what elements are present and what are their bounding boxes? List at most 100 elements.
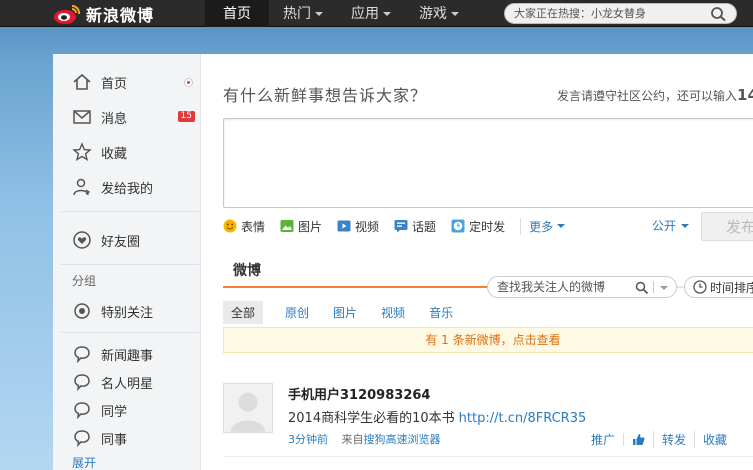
- speech-bubble-icon: [74, 430, 90, 448]
- post-author[interactable]: 手机用户3120983264: [288, 384, 430, 403]
- smile-icon: [223, 219, 237, 233]
- post-link[interactable]: http://t.cn/8FRCR35: [459, 411, 587, 426]
- source-prefix: 来自: [341, 433, 364, 446]
- repost-button[interactable]: 转发: [653, 431, 694, 448]
- top-navigation-bar: 新浪微博 首页 热门 应用 游戏: [0, 0, 753, 27]
- expand-groups-link[interactable]: 展开: [72, 454, 96, 470]
- sidebar-item-group[interactable]: 同学: [72, 399, 198, 421]
- filter-music[interactable]: 音乐: [429, 304, 453, 321]
- topic-icon: [394, 220, 408, 233]
- left-sidebar: 首页 消息 15 收藏 发给我的 好友圈 分组 特别关注 新闻趣事 名人明星 同…: [53, 54, 201, 470]
- sidebar-item-label: 名人明星: [101, 376, 154, 392]
- promote-button[interactable]: 推广: [591, 431, 623, 448]
- filter-original[interactable]: 原创: [285, 304, 309, 321]
- sidebar-item-sent-to-me[interactable]: 发给我的: [72, 176, 198, 198]
- unread-dot: [184, 78, 193, 87]
- sidebar-item-label: 消息: [101, 111, 128, 127]
- message-count-badge: 15: [177, 111, 195, 122]
- tool-label: 表情: [241, 219, 266, 234]
- sidebar-divider: [61, 211, 199, 212]
- nav-games[interactable]: 游戏: [405, 0, 473, 27]
- char-count: 14: [737, 86, 753, 104]
- publish-button[interactable]: 发布: [701, 212, 753, 241]
- tool-topic[interactable]: 话题: [394, 218, 436, 235]
- filter-all[interactable]: 全部: [223, 300, 264, 324]
- avatar[interactable]: [223, 383, 273, 433]
- sidebar-item-messages[interactable]: 消息 15: [72, 106, 198, 128]
- time-sort-label: 时间排序: [710, 280, 753, 295]
- tool-schedule[interactable]: 定时发: [451, 218, 505, 235]
- weibo-eye-icon: [54, 4, 81, 24]
- nav-hot[interactable]: 热门: [269, 0, 337, 27]
- feed-search-input[interactable]: [488, 277, 628, 297]
- sidebar-item-label: 同事: [101, 432, 128, 448]
- thumbs-up-icon: [633, 434, 645, 445]
- tab-weibo[interactable]: 微博: [233, 260, 261, 280]
- heart-icon: [73, 231, 91, 249]
- mail-icon: [73, 110, 91, 124]
- global-search-input[interactable]: [505, 4, 700, 23]
- post-source[interactable]: 搜狗高速浏览器: [364, 433, 441, 446]
- sidebar-item-home[interactable]: 首页: [72, 71, 198, 93]
- search-icon[interactable]: [635, 281, 649, 295]
- post-divider: [223, 456, 753, 457]
- group-heading: 分组: [72, 274, 97, 288]
- chevron-down-icon: [557, 224, 566, 228]
- nav-apps-label: 应用: [351, 5, 379, 22]
- sidebar-item-label: 首页: [101, 76, 128, 92]
- visibility-dropdown[interactable]: 公开: [652, 217, 690, 234]
- sidebar-item-label: 收藏: [101, 146, 128, 162]
- like-button[interactable]: [623, 433, 653, 446]
- sidebar-item-group[interactable]: 新闻趣事: [72, 343, 198, 365]
- sidebar-divider: [61, 264, 199, 265]
- feed-filter-tabs: 全部 原创 图片 视频 音乐: [223, 300, 477, 324]
- default-avatar-icon: [230, 392, 266, 432]
- logo-text: 新浪微博: [86, 6, 155, 25]
- notice-text: 发言请遵守社区公约，还可以输入: [557, 89, 738, 103]
- clock-icon: [693, 280, 707, 294]
- clock-icon: [451, 219, 465, 233]
- star-icon: [72, 142, 92, 161]
- favorite-button[interactable]: 收藏: [694, 431, 735, 448]
- feed-search: [487, 276, 677, 298]
- sidebar-item-label: 好友圈: [101, 234, 141, 250]
- filter-images[interactable]: 图片: [333, 304, 357, 321]
- post-meta: 3分钟前 来自搜狗高速浏览器: [288, 431, 441, 447]
- tool-label: 定时发: [469, 219, 506, 234]
- new-posts-notice[interactable]: 有 1 条新微博，点击查看: [223, 327, 753, 353]
- tool-image[interactable]: 图片: [280, 218, 322, 235]
- main-content: 有什么新鲜事想告诉大家？ 发言请遵守社区公约，还可以输入14 表情 图片 视频 …: [201, 54, 753, 470]
- speech-bubble-icon: [74, 402, 90, 420]
- sidebar-item-group[interactable]: 名人明星: [72, 371, 198, 393]
- sidebar-item-favorites[interactable]: 收藏: [72, 141, 198, 163]
- nav-home[interactable]: 首页: [205, 0, 269, 27]
- nav-games-label: 游戏: [419, 5, 447, 22]
- search-icon[interactable]: [710, 6, 728, 22]
- chevron-down-icon[interactable]: [660, 286, 668, 290]
- tool-emoji[interactable]: 表情: [223, 218, 265, 235]
- target-icon: [74, 303, 90, 319]
- weibo-logo[interactable]: 新浪微博: [52, 2, 154, 26]
- user-send-icon: [73, 178, 91, 196]
- nav-apps[interactable]: 应用: [337, 0, 405, 27]
- post-textarea[interactable]: [223, 118, 753, 208]
- tool-label: 图片: [298, 219, 323, 234]
- sidebar-item-label: 同学: [101, 404, 128, 420]
- sidebar-item-group[interactable]: 同事: [72, 427, 198, 449]
- filter-videos[interactable]: 视频: [381, 304, 405, 321]
- time-sort-button[interactable]: 时间排序: [684, 276, 753, 298]
- more-label: 更多: [529, 219, 554, 234]
- tool-more[interactable]: 更多: [520, 217, 566, 235]
- tool-video[interactable]: 视频: [337, 218, 379, 235]
- post-actions: 推广 转发 收藏: [591, 431, 735, 448]
- chevron-down-icon: [451, 11, 459, 16]
- sidebar-item-special-follow[interactable]: 特别关注: [72, 300, 198, 322]
- post-text: 2014商科学生必看的10本书 http://t.cn/8FRCR35: [288, 407, 586, 426]
- sidebar-item-friend-circle[interactable]: 好友圈: [72, 229, 198, 251]
- main-nav: 首页 热门 应用 游戏: [205, 0, 473, 27]
- tool-label: 话题: [412, 219, 437, 234]
- post-time[interactable]: 3分钟前: [288, 433, 328, 446]
- global-search: [504, 3, 737, 24]
- visibility-label: 公开: [652, 219, 677, 233]
- video-icon: [337, 220, 351, 232]
